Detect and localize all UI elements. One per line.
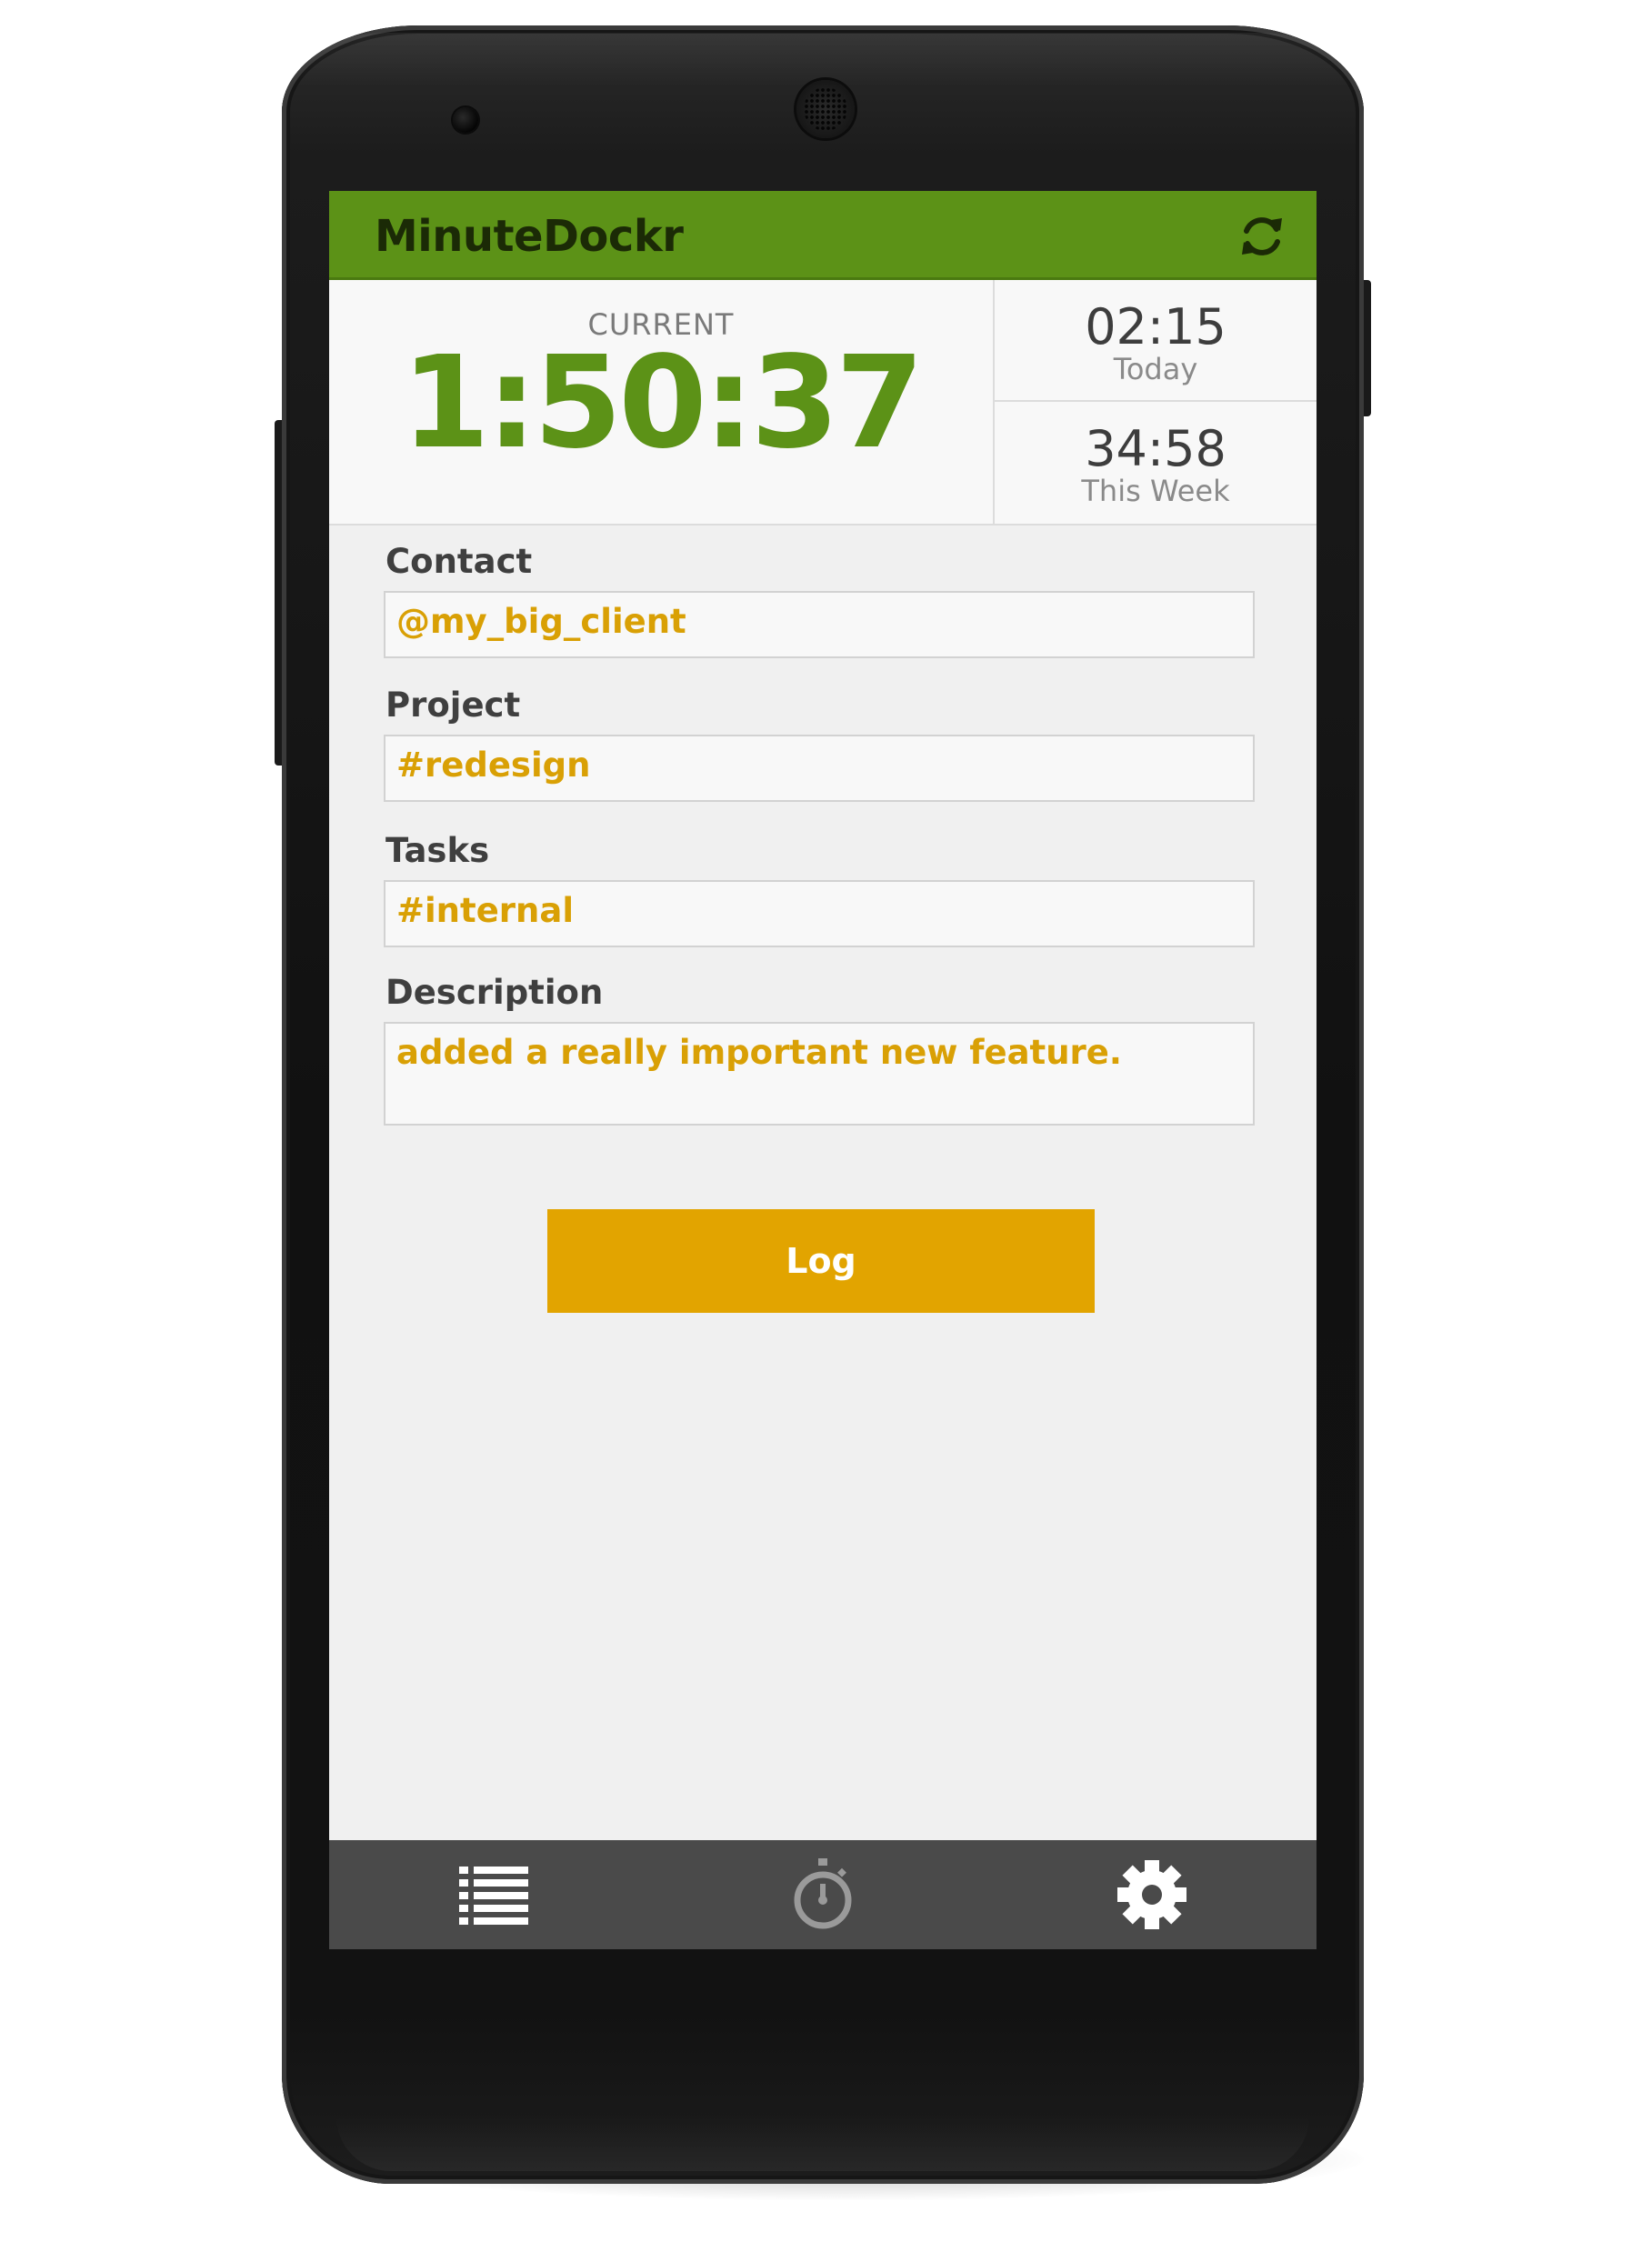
week-value: 34:58 [1085, 420, 1226, 477]
today-stat: 02:15 Today [995, 280, 1317, 402]
bezel-highlight [293, 33, 1353, 87]
nav-settings[interactable] [987, 1840, 1317, 1949]
phone-body: MinuteDockr CURRENT 1:50:37 02:15 Today … [282, 25, 1364, 2184]
description-field[interactable]: added a really important new feature. [384, 1022, 1255, 1126]
week-stat: 34:58 This Week [995, 402, 1317, 524]
current-timer-value: 1:50:37 [401, 329, 924, 477]
tasks-field[interactable]: #internal [384, 880, 1255, 947]
bezel-chin [336, 2117, 1309, 2171]
app-header: MinuteDockr [329, 191, 1317, 280]
refresh-icon [1242, 217, 1282, 255]
app-title: MinuteDockr [375, 211, 684, 262]
description-label: Description [385, 973, 604, 1012]
project-field[interactable]: #redesign [384, 735, 1255, 802]
nav-entries[interactable] [329, 1840, 658, 1949]
contact-field[interactable]: @my_big_client [384, 591, 1255, 658]
contact-label: Contact [385, 542, 533, 581]
current-timer: CURRENT 1:50:37 [329, 280, 993, 524]
stopwatch-icon [794, 1858, 852, 1929]
log-button[interactable]: Log [547, 1209, 1095, 1313]
front-camera [453, 107, 478, 133]
nav-timer[interactable] [658, 1840, 987, 1949]
tasks-label: Tasks [385, 831, 490, 870]
project-label: Project [385, 686, 521, 725]
bottom-nav [329, 1840, 1317, 1949]
summary-stats: 02:15 Today 34:58 This Week [993, 280, 1317, 524]
earpiece-speaker [796, 80, 855, 138]
timer-panel: CURRENT 1:50:37 02:15 Today 34:58 This W… [329, 280, 1317, 525]
week-label: This Week [1081, 474, 1230, 508]
today-value: 02:15 [1085, 298, 1226, 355]
device-stage: MinuteDockr CURRENT 1:50:37 02:15 Today … [0, 0, 1652, 2242]
today-label: Today [1113, 352, 1198, 386]
app-screen: MinuteDockr CURRENT 1:50:37 02:15 Today … [329, 191, 1317, 1949]
list-icon [459, 1867, 528, 1925]
refresh-button[interactable] [1235, 209, 1289, 264]
gear-icon [1117, 1860, 1186, 1929]
